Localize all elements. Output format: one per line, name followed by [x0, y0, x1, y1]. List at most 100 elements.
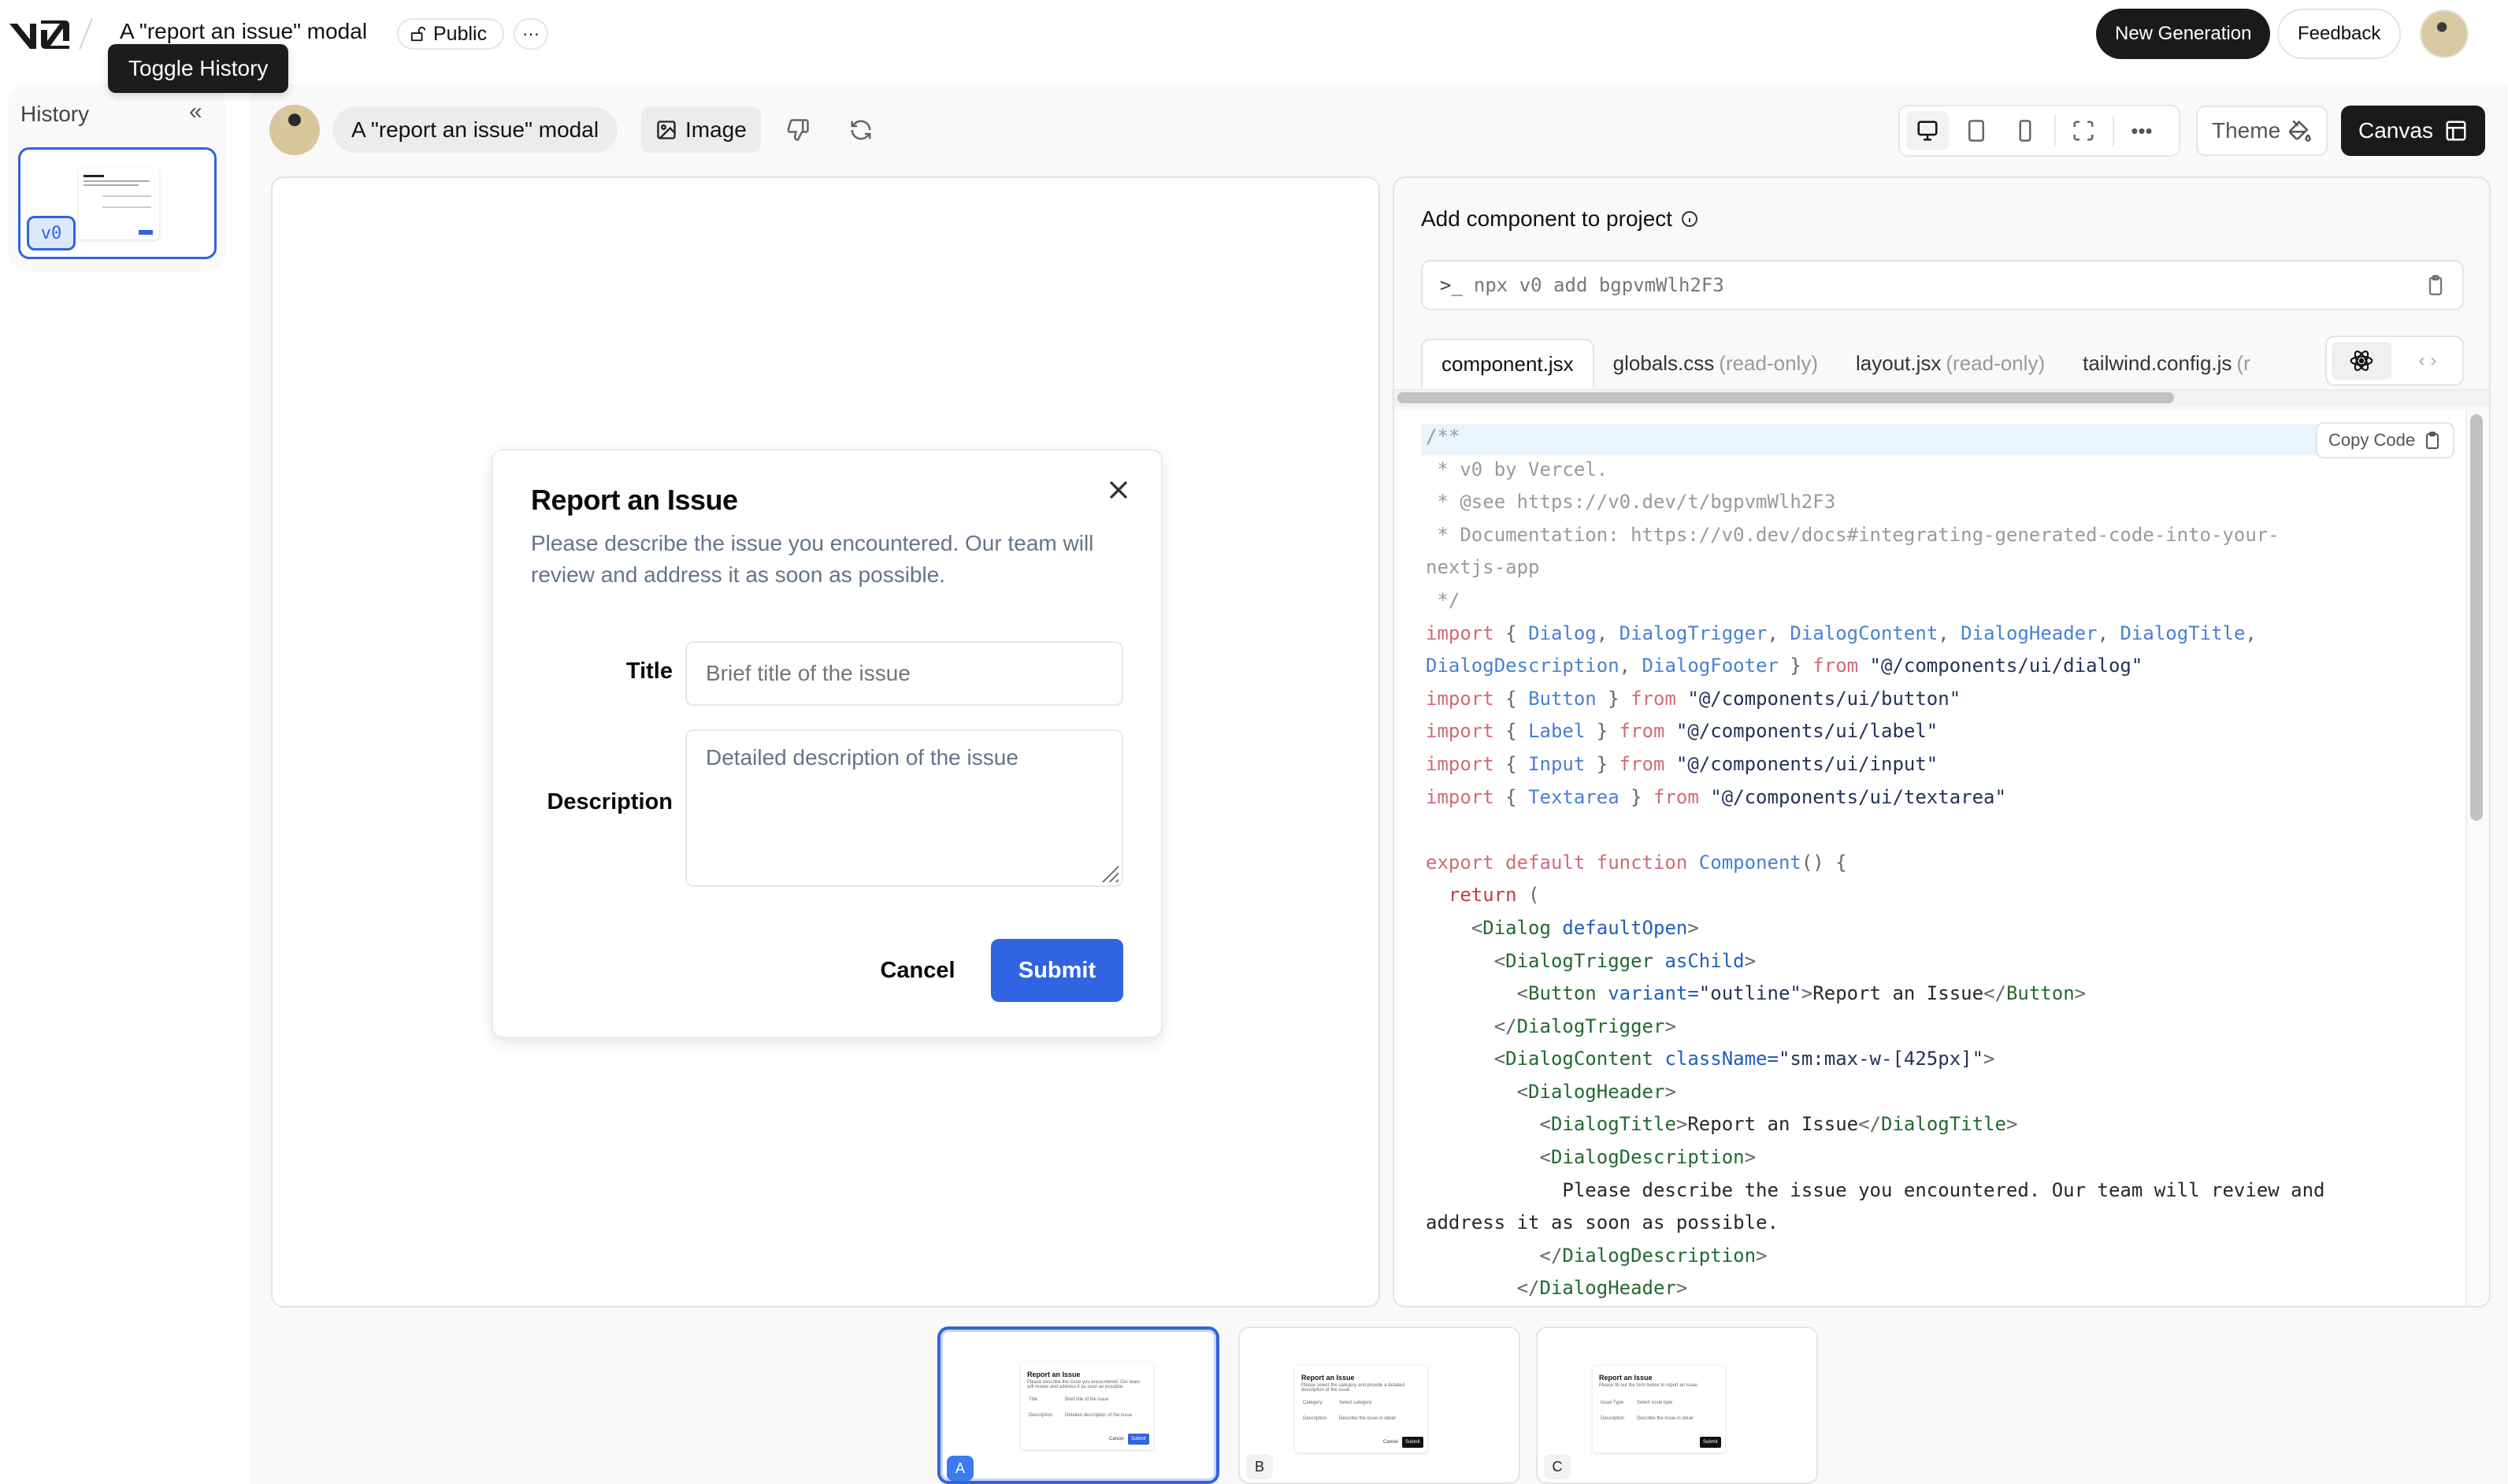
add-component-heading: Add component to project: [1421, 206, 1699, 232]
code-lines: /** * v0 by Vercel. * @see https://v0.de…: [1426, 421, 2325, 1305]
code-editor[interactable]: Copy Code /** * v0 by Vercel. * @see htt…: [1394, 410, 2489, 1306]
code-token: ,: [2097, 621, 2120, 644]
info-icon[interactable]: [1680, 210, 1699, 228]
code-line: */: [1426, 584, 2325, 618]
code-token: import: [1426, 720, 1494, 743]
code-token: ,: [1596, 621, 1619, 644]
v0-logo-icon[interactable]: [8, 17, 72, 50]
code-line: import { Label } from "@/components/ui/l…: [1426, 715, 2325, 748]
variant-a[interactable]: Report an Issue Please describe the issue…: [937, 1326, 1219, 1484]
code-token: from: [1631, 687, 1676, 710]
code-token: Dialog: [1528, 621, 1597, 644]
vertical-scrollbar-thumb[interactable]: [2470, 414, 2483, 821]
feedback-button[interactable]: Feedback: [2277, 9, 2402, 59]
code-token: DialogTitle: [2120, 621, 2246, 644]
terminal-icon: >_: [1440, 274, 1463, 296]
mobile-icon[interactable]: [2004, 111, 2046, 150]
variant-field-label: Category: [1303, 1401, 1323, 1405]
code-token: ,: [1767, 621, 1790, 644]
variant-badge: B: [1246, 1454, 1273, 1479]
tab-label: globals.css: [1612, 351, 1715, 375]
tab-tailwind-config-js[interactable]: tailwind.config.js (r: [2064, 339, 2269, 388]
code-line: <DialogHeader>: [1426, 1076, 2325, 1109]
submit-button[interactable]: Submit: [991, 939, 1123, 1002]
project-more-button[interactable]: ···: [514, 18, 548, 50]
file-tabs: component.jsx globals.css (read-only) layou…: [1421, 337, 2269, 388]
variant-button: Submit: [1128, 1434, 1149, 1445]
cancel-button[interactable]: Cancel: [862, 939, 974, 1002]
theme-button[interactable]: Theme: [2196, 106, 2328, 156]
clipboard-icon[interactable]: [2425, 274, 2447, 296]
canvas-button[interactable]: Canvas: [2341, 106, 2485, 156]
new-generation-button[interactable]: New Generation: [2096, 9, 2271, 59]
visibility-button[interactable]: Public: [397, 18, 505, 50]
modal-title: Report an Issue: [531, 484, 738, 516]
close-icon[interactable]: [1103, 474, 1134, 506]
tab-globals-css[interactable]: globals.css (read-only): [1594, 339, 1837, 388]
fullscreen-icon[interactable]: [2062, 111, 2105, 150]
code-token: >: [1801, 982, 1813, 1005]
code-line: * Documentation: https://v0.dev/docs#int…: [1426, 519, 2325, 552]
code-token: "@/components/ui/input": [1664, 752, 1939, 775]
variant-preview: Report an Issue Please fill out the form …: [1593, 1366, 1725, 1452]
horizontal-scrollbar-thumb[interactable]: [1397, 392, 2174, 403]
variant-c[interactable]: Report an Issue Please fill out the form …: [1536, 1326, 1818, 1484]
code-token: >: [1664, 1015, 1676, 1037]
resize-handle[interactable]: [1101, 865, 1119, 882]
title-input[interactable]: [685, 641, 1123, 706]
code-token: ,: [2245, 621, 2257, 644]
thumbs-down-icon[interactable]: [780, 112, 816, 148]
code-line: nextjs-app: [1426, 551, 2325, 584]
more-icon[interactable]: •••: [2120, 111, 2163, 150]
code-token: <: [1426, 1048, 1506, 1070]
variant-description: Please fill out the form below to report…: [1599, 1383, 1699, 1388]
tab-layout-jsx[interactable]: layout.jsx (read-only): [1837, 339, 2064, 388]
code-token: "@/components/ui/label": [1664, 720, 1939, 743]
regenerate-icon[interactable]: [843, 112, 879, 148]
code-line: <DialogDescription>: [1426, 1141, 2325, 1174]
variant-description: Please select the category and provide a…: [1301, 1383, 1405, 1393]
history-item-v0[interactable]: v0: [18, 147, 217, 259]
toggle-history-tooltip: Toggle History: [108, 44, 289, 93]
code-panel: Add component to project >_ npx v0 add b…: [1393, 176, 2491, 1308]
code-token: </: [1426, 1015, 1517, 1037]
variant-field-placeholder: Select issue type: [1637, 1401, 1673, 1405]
variant-button: Cancel: [1109, 1437, 1124, 1441]
user-avatar[interactable]: [2420, 9, 2469, 58]
code-token: variant=: [1596, 982, 1699, 1005]
code-icon[interactable]: ‹ ›: [2398, 342, 2458, 380]
desktop-icon[interactable]: [1906, 111, 1949, 150]
image-button[interactable]: Image: [641, 107, 761, 153]
react-icon[interactable]: [2332, 342, 2391, 380]
variant-b[interactable]: Report an Issue Please select the categor…: [1238, 1326, 1520, 1484]
code-line: <DialogTitle>Report an Issue</DialogTitl…: [1426, 1108, 2325, 1141]
code-token: DialogHeader: [1528, 1080, 1665, 1103]
history-thumbnail: [79, 169, 159, 239]
code-token: Please describe the issue you encountere…: [1426, 1178, 2325, 1201]
code-token: Button: [1528, 687, 1597, 710]
copy-code-button[interactable]: Copy Code: [2316, 422, 2455, 458]
project-title[interactable]: A "report an issue" modal: [120, 19, 367, 44]
more-icon: ···: [522, 24, 540, 43]
code-token: "@/components/ui/dialog": [1858, 655, 2143, 677]
code-token: ,: [1938, 621, 1961, 644]
variant-badge: A: [947, 1456, 974, 1481]
description-textarea[interactable]: Detailed description of the issue: [685, 729, 1123, 887]
cli-command-box[interactable]: >_ npx v0 add bgpvmWlh2F3: [1421, 260, 2464, 310]
report-issue-modal: Report an Issue Please describe the issu…: [492, 449, 1163, 1038]
tablet-icon[interactable]: [1955, 111, 1998, 150]
title-label: Title: [625, 659, 673, 684]
variant-field-placeholder: Describe the issue in detail: [1339, 1416, 1396, 1421]
code-line: /**: [1426, 421, 2325, 454]
chevrons-left-icon[interactable]: «: [189, 98, 202, 125]
divider: [2113, 115, 2114, 147]
code-token: >: [1744, 1146, 1757, 1169]
code-line: import { Dialog, DialogTrigger, DialogCo…: [1426, 618, 2325, 651]
code-token: {: [1493, 687, 1529, 710]
code-line: * @see https://v0.dev/t/bgpvmWlh2F3: [1426, 486, 2325, 519]
tab-component-jsx[interactable]: component.jsx: [1421, 339, 1594, 388]
code-line: * v0 by Vercel.: [1426, 454, 2325, 487]
code-token: <: [1426, 1113, 1551, 1136]
code-token: }: [1619, 785, 1654, 808]
code-token: <: [1426, 1146, 1551, 1169]
